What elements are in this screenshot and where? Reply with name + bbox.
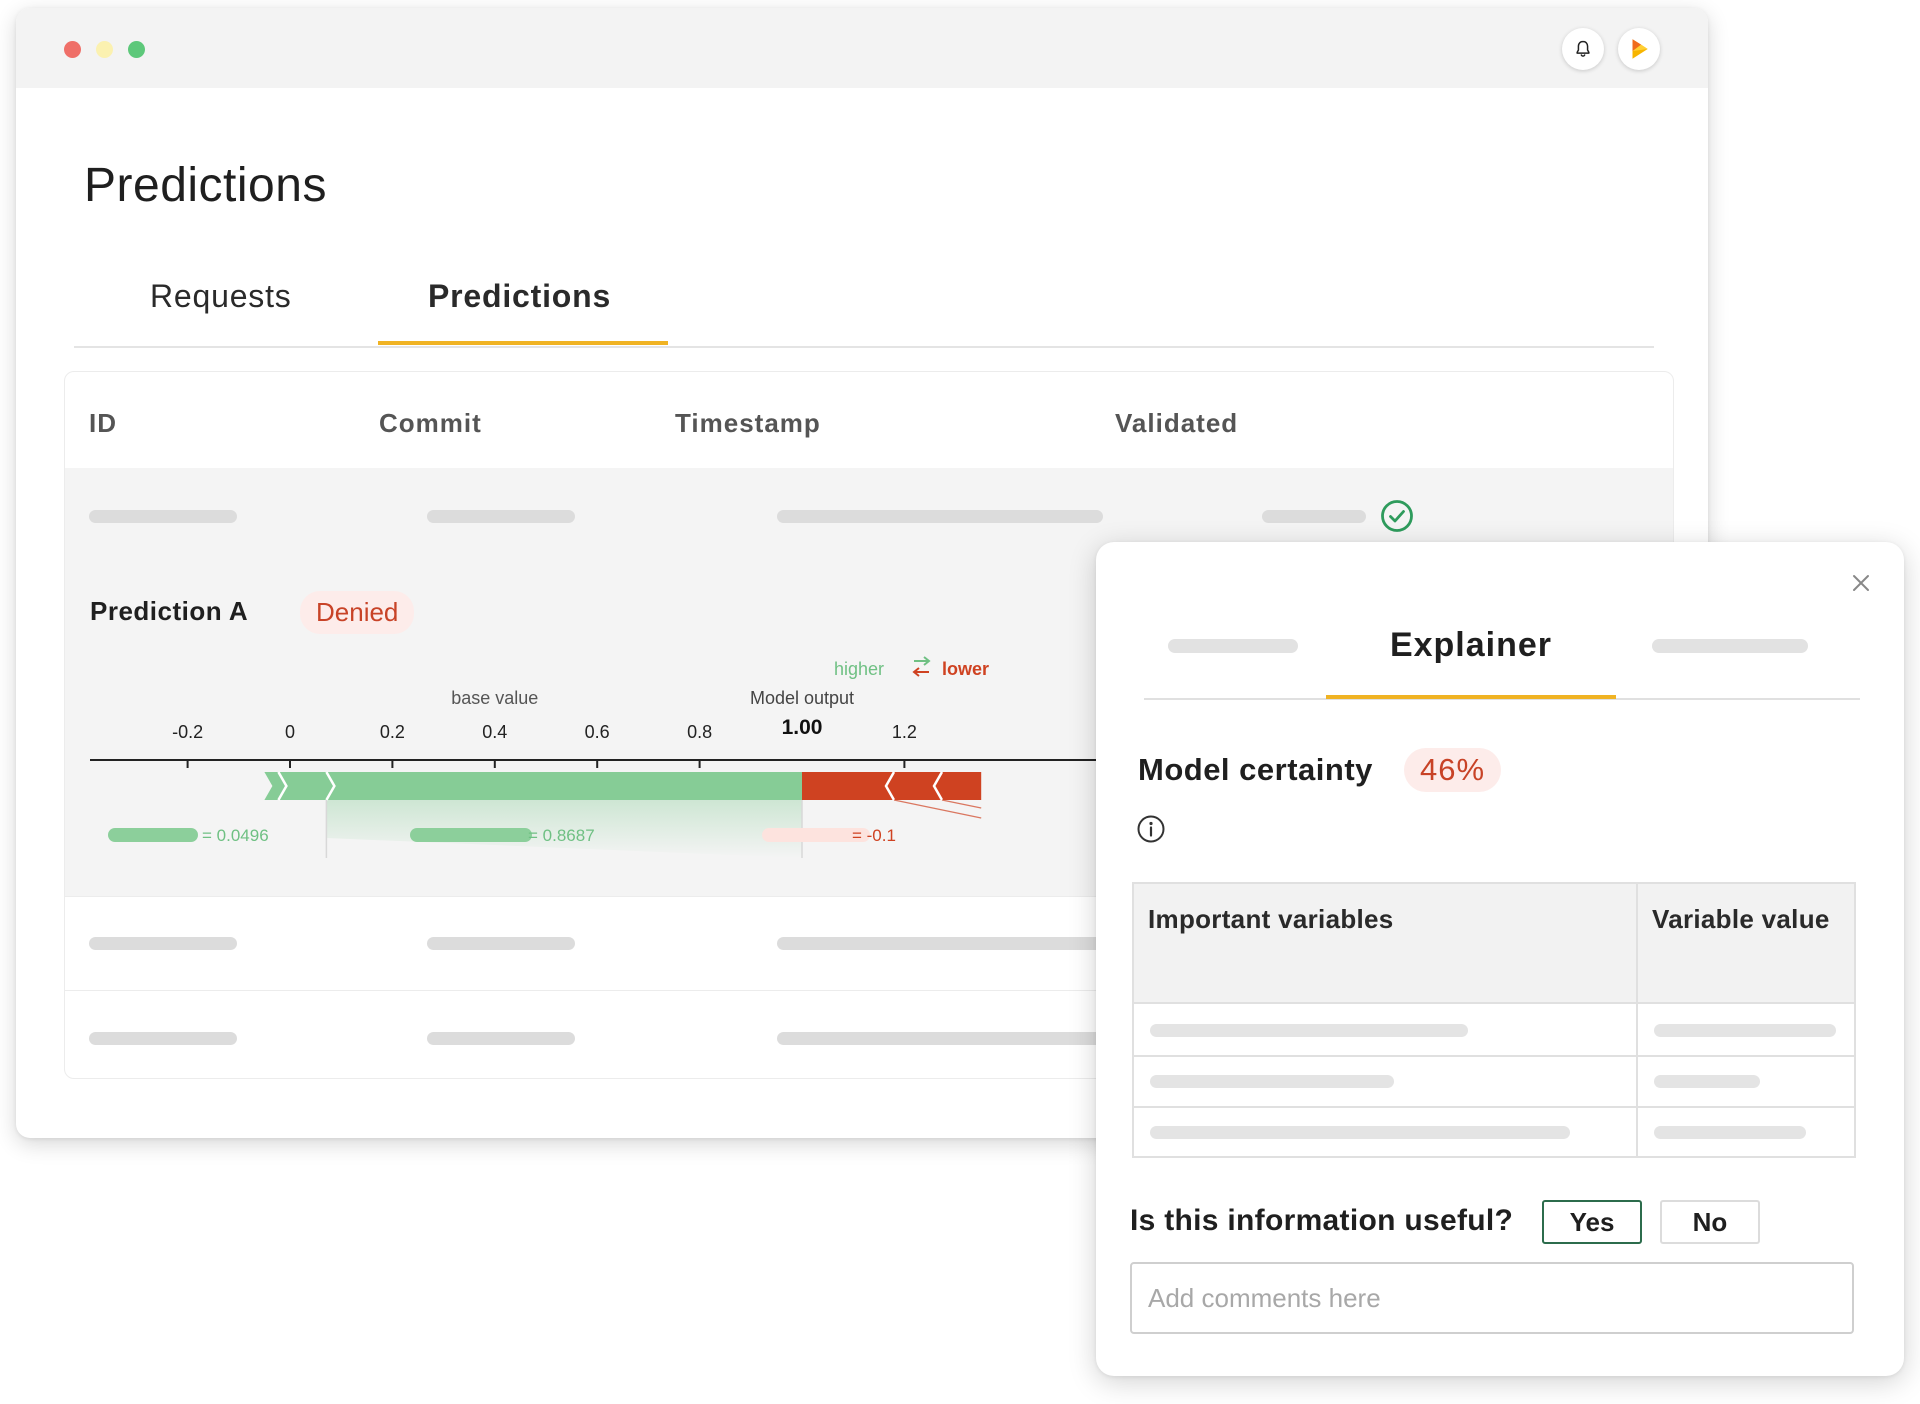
model-certainty-badge: 46% (1404, 748, 1502, 792)
contribution-value: = -0.1 (852, 826, 896, 845)
model-certainty-label: Model certainty (1138, 752, 1373, 787)
close-icon (1853, 575, 1869, 591)
placeholder-variable (1150, 1126, 1570, 1139)
tab-explainer[interactable]: Explainer (1326, 626, 1616, 665)
placeholder-value (1654, 1024, 1836, 1037)
row-divider (1134, 1055, 1854, 1057)
placeholder-variable (1150, 1024, 1468, 1037)
tick-label: 0.6 (585, 722, 610, 742)
yes-button[interactable]: Yes (1542, 1200, 1642, 1244)
placeholder-value (1654, 1075, 1760, 1088)
tick-label: 0.2 (380, 722, 405, 742)
info-icon (1137, 815, 1165, 843)
model-output-value: 1.00 (782, 716, 823, 739)
column-header-important-variables: Important variables (1148, 904, 1394, 934)
tick-label: 0.4 (482, 722, 507, 742)
tick-label: -0.2 (172, 722, 203, 742)
comments-input[interactable] (1130, 1262, 1854, 1334)
variables-table-header (1134, 884, 1854, 1004)
force-bars (264, 771, 982, 858)
tick-label: 0.8 (687, 722, 712, 742)
row-divider (1134, 1106, 1854, 1108)
tick-label: 0 (285, 722, 295, 742)
contribution-value: = 0.8687 (528, 826, 595, 845)
placeholder-value (1654, 1126, 1806, 1139)
column-divider (1636, 884, 1638, 1156)
close-panel-button[interactable] (1846, 568, 1876, 598)
model-output-label: Model output (750, 688, 854, 708)
tick-label: 1.2 (892, 722, 917, 742)
tab-placeholder-left[interactable] (1168, 639, 1298, 653)
important-variables-table: Important variables Variable value (1132, 882, 1856, 1158)
explainer-panel: Explainer Model certainty 46% Important … (1096, 542, 1904, 1376)
lower-connector (893, 799, 982, 819)
legend-lower: lower (942, 659, 989, 679)
active-tab-indicator (1326, 695, 1616, 699)
no-button[interactable]: No (1660, 1200, 1760, 1244)
info-button[interactable] (1136, 814, 1166, 849)
column-header-variable-value: Variable value (1652, 904, 1830, 934)
legend-higher: higher (834, 659, 884, 679)
base-value-label: base value (451, 688, 538, 708)
tab-placeholder-right[interactable] (1652, 639, 1808, 653)
contribution-pill (410, 828, 532, 842)
swap-arrows-icon (912, 656, 931, 677)
placeholder-variable (1150, 1075, 1394, 1088)
contribution-value: = 0.0496 (202, 826, 269, 845)
higher-bar (264, 772, 802, 800)
contribution-pill (108, 828, 198, 842)
feedback-question: Is this information useful? (1130, 1204, 1514, 1237)
